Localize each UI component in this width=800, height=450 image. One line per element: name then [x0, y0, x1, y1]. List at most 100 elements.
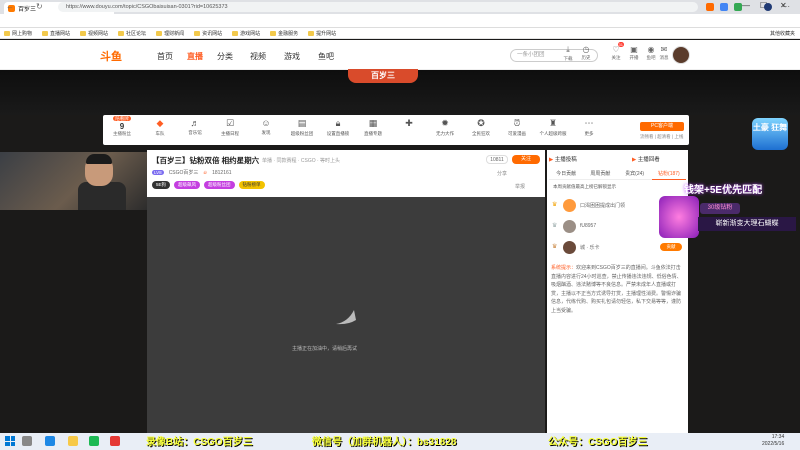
anchor-replay-link[interactable]: ▶ 主播回看 [632, 155, 660, 163]
bookmark-item[interactable]: 网上购物 [4, 30, 32, 37]
clock-icon: ⏰︎ [513, 118, 521, 128]
bookmark-item[interactable]: 金融服务 [270, 30, 298, 37]
bookmark-item[interactable]: 资讯网站 [194, 30, 222, 37]
toolbar-item[interactable]: ♬ 音乐馆 [180, 118, 210, 136]
list-item[interactable]: ♛ 城 · 乐卡 贡献 [552, 240, 682, 256]
extension-icon[interactable] [706, 3, 714, 11]
reload-icon[interactable]: ↻ [36, 2, 43, 11]
anchor-name[interactable]: CSGO百岁三 [169, 169, 199, 176]
avatar [563, 199, 576, 212]
profile-icon[interactable] [764, 3, 772, 11]
extension-icon[interactable] [734, 3, 742, 11]
room-tag[interactable]: 钻粉榜单 [238, 181, 265, 189]
bookmark-item[interactable]: 游戏网站 [232, 30, 260, 37]
folder-icon [42, 30, 49, 36]
message-button[interactable]: ✉ 消息 [656, 45, 672, 61]
anchor-posts-link[interactable]: ▶ 主播投稿 [549, 155, 577, 163]
fire-icon: ✹ [441, 118, 449, 128]
room-tag[interactable]: 5E狗 [152, 181, 171, 189]
pc-client-button[interactable]: PC客户端 [640, 122, 684, 131]
nav-fishbar[interactable]: 鱼吧 [318, 51, 334, 62]
bell-icon: ✉ [660, 45, 668, 54]
toolbar-item[interactable]: ▤ 超级粉丝团 [287, 118, 317, 137]
folder-icon [118, 30, 125, 36]
toolbar-item[interactable]: ♜ 个人超级跨服 [538, 118, 568, 137]
overlay-wechat-text: 微信号（加群机器人）：bs31828 [312, 437, 457, 448]
room-category[interactable]: 单播 · 同款赛程 · CSGO · 等时上头 [262, 157, 340, 164]
toolbar-item[interactable]: ☑ 主播日程 [215, 118, 245, 137]
bookmark-item[interactable]: 理财新闻 [156, 30, 184, 37]
extension-icon[interactable] [720, 3, 728, 11]
overlay-bilibili-text: 录像B站：CSGO百岁三 [146, 437, 253, 448]
bookmark-item[interactable]: 直播网站 [42, 30, 70, 37]
bookmark-item[interactable]: 视频网站 [80, 30, 108, 37]
toolbar-item[interactable]: ⏰︎ 可爱漫画 [502, 118, 532, 137]
avatar [563, 241, 576, 254]
chat-tabs: 今日贡献 周周贡献 贵宾(24) 钻粉(187) [549, 168, 686, 180]
url-field[interactable]: https://www.douyu.com/topic/CSGObaisuisa… [58, 2, 698, 12]
minimize-icon[interactable]: — [742, 1, 750, 10]
other-bookmarks[interactable]: 其他收藏夹 [770, 30, 795, 37]
address-bar-row [0, 14, 800, 28]
toolbar-item[interactable]: ◆ 车队 [145, 118, 175, 137]
nav-game[interactable]: 游戏 [284, 51, 300, 62]
gift-icon: ✚ [405, 118, 413, 128]
chrome-icon[interactable] [110, 436, 120, 446]
follow-badge: 31 [617, 42, 624, 47]
nav-video[interactable]: 视频 [250, 51, 266, 62]
tab-week[interactable]: 周周贡献 [583, 168, 618, 180]
crown-icon: ♛ [552, 244, 558, 250]
party-icon: ✪ [477, 118, 485, 128]
toolbar-item[interactable]: ▦ 直播专题 [358, 118, 388, 137]
tab-diamond-fans[interactable]: 钻粉(187) [651, 168, 686, 180]
avatar[interactable] [672, 46, 690, 64]
level-tag: 陪看牌 [113, 116, 131, 121]
nav-category[interactable]: 分类 [217, 51, 233, 62]
forward-icon[interactable]: → [20, 2, 28, 11]
share-button[interactable]: 分享 [497, 170, 507, 177]
search-icon[interactable] [22, 436, 32, 446]
tab-today[interactable]: 今日贡献 [549, 168, 584, 180]
history-button[interactable]: ◷ 历史 [578, 45, 594, 61]
toolbar-item[interactable]: ☺ 发现 [251, 118, 281, 136]
room-id: 10811 [486, 155, 508, 164]
toolbar-item[interactable]: ✪ 全民狂欢 [466, 118, 496, 137]
browser-menu-icon[interactable]: ⋯ [782, 2, 790, 11]
folder-icon[interactable] [68, 436, 78, 446]
anchor-row: LV8 CSGO百岁三 🔥︎ 1812161 [152, 169, 232, 176]
clock-date: 2022/5/16 [762, 441, 785, 447]
edge-icon[interactable] [45, 436, 55, 446]
system-message: 系统提示：欢迎来到CSGO百岁三的直播间。斗鱼依法打击直播内容进行24小时巡查，… [551, 265, 682, 314]
start-broadcast-button[interactable]: ▣ 开播 [626, 45, 642, 61]
app-icon[interactable] [89, 436, 99, 446]
rank-tip: 本周贡献值最高上榜已解锁显示 [553, 184, 616, 189]
nav-home[interactable]: 首页 [157, 51, 173, 62]
douyu-logo[interactable]: 斗鱼 [100, 48, 122, 64]
toolbar-item[interactable]: ⋯ 更多 [574, 118, 604, 137]
room-tag[interactable]: 超级粉丝团 [204, 181, 235, 189]
tab-vip[interactable]: 贵宾(24) [617, 168, 652, 180]
bookmark-item[interactable]: 社区论坛 [118, 30, 146, 37]
follow-list-button[interactable]: 31 ♡ 关注 [608, 42, 624, 61]
bookmark-item[interactable]: 提升网站 [308, 30, 336, 37]
loading-icon [336, 310, 356, 325]
bookmarks-bar: 网上购物 直播网站 视频网站 社区论坛 理财新闻 资讯网站 游戏网站 金融服务 … [0, 28, 800, 39]
overlay-official-account-text: 公众号：CSGO百岁三 [548, 437, 648, 448]
hot-icon: 🔥︎ [203, 169, 208, 176]
download-button[interactable]: ⤓ 下载 [560, 45, 576, 62]
fan-level[interactable]: 陪看牌 9 主播粉丝 [107, 116, 137, 137]
follow-button[interactable]: 关注 [512, 155, 540, 164]
room-tag[interactable]: 超级飙风 [174, 181, 201, 189]
gift-level: 30级钻粉 [700, 203, 740, 214]
toolbar-item[interactable]: 🔒︎ 设置直播锁 [323, 118, 353, 137]
history-icon: ◷ [582, 45, 590, 54]
toolbar-item[interactable]: ✹ 无力大作 [430, 118, 460, 137]
crown-icon: ♛ [552, 202, 558, 208]
taskbar-clock[interactable]: 17:34 2022/5/16 [762, 434, 784, 448]
toolbar-item[interactable]: ✚ [394, 118, 424, 131]
back-icon[interactable]: ← [6, 2, 14, 11]
windows-start-icon[interactable] [5, 436, 15, 446]
calendar-icon: ☑ [225, 118, 235, 128]
report-button[interactable]: 举报 [515, 183, 525, 190]
nav-live[interactable]: 直播 [187, 51, 203, 62]
